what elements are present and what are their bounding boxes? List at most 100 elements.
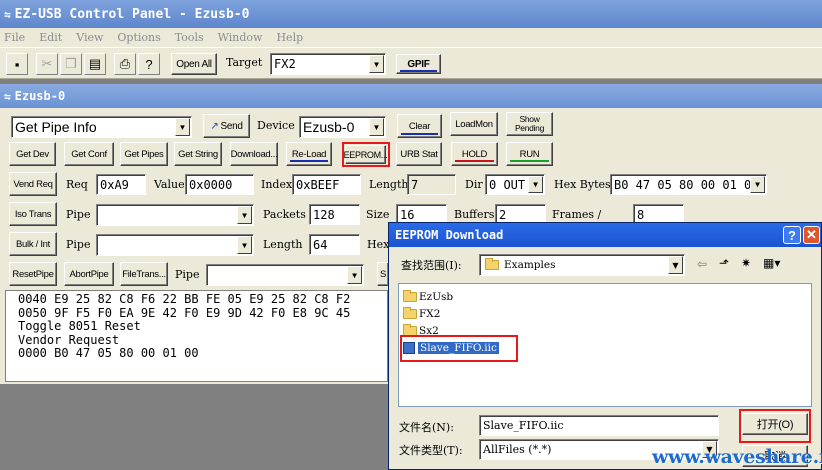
- chevron-down-icon[interactable]: ▼: [750, 176, 765, 193]
- hex-bytes-select[interactable]: B0 47 05 80 00 01 00 ▼: [610, 174, 767, 195]
- hex-bytes-label: Hex Bytes: [554, 178, 611, 191]
- menu-tools[interactable]: Tools: [175, 31, 204, 44]
- main-title-bar: ⇋ EZ-USB Control Panel - Ezusb-0: [0, 0, 822, 28]
- log-line: 0050 9F F5 F0 EA 9E 42 F0 E9 9D 42 F0 E8…: [18, 305, 351, 320]
- chevron-down-icon[interactable]: ▼: [369, 118, 384, 136]
- device-select[interactable]: Ezusb-0 ▼: [299, 116, 386, 138]
- send-button[interactable]: ↗ Send: [203, 114, 250, 138]
- get-string-button[interactable]: Get String: [174, 142, 222, 166]
- bulk-pipe-select[interactable]: ▼: [96, 234, 254, 256]
- length-readonly: 7: [407, 174, 456, 195]
- loadmon-button[interactable]: LoadMon: [450, 112, 498, 136]
- buffers-label: Buffers: [454, 208, 495, 221]
- cut-icon[interactable]: ✂: [36, 53, 58, 75]
- show-pending-button[interactable]: Show Pending: [506, 112, 553, 136]
- chevron-down-icon[interactable]: ▼: [528, 176, 543, 193]
- folder-icon: [403, 306, 417, 319]
- get-pipes-button[interactable]: Get Pipes: [120, 142, 168, 166]
- target-select[interactable]: FX2 ▼: [270, 53, 386, 75]
- paste-icon[interactable]: ▤: [84, 53, 106, 75]
- dir-select[interactable]: 0 OUT ▼: [485, 174, 545, 195]
- folder-icon: [403, 289, 417, 302]
- size-label: Size: [366, 208, 390, 221]
- chevron-down-icon[interactable]: ▼: [175, 118, 190, 136]
- menu-window[interactable]: Window: [218, 31, 263, 44]
- get-conf-button[interactable]: Get Conf: [64, 142, 114, 166]
- folder-icon: [403, 323, 417, 336]
- index-input[interactable]: 0xBEEF: [292, 174, 361, 195]
- up-folder-icon[interactable]: ⬏: [719, 256, 729, 270]
- view-menu-icon[interactable]: ▦▾: [763, 256, 780, 270]
- new-folder-icon[interactable]: ✷: [741, 256, 751, 270]
- chevron-down-icon[interactable]: ▼: [668, 256, 683, 274]
- length-label: Length: [369, 178, 409, 191]
- open-all-button[interactable]: Open All: [171, 53, 217, 75]
- look-in-label: 查找范围(I):: [401, 259, 462, 272]
- chevron-down-icon[interactable]: ▼: [369, 55, 384, 73]
- filetype-label: 文件类型(T):: [399, 444, 463, 457]
- hold-button[interactable]: HOLD: [451, 142, 498, 166]
- s-button[interactable]: S: [377, 262, 388, 286]
- pipe-action-select[interactable]: Get Pipe Info ▼: [11, 116, 192, 138]
- vend-req-button[interactable]: Vend Req: [9, 172, 57, 196]
- reset-pipe-select[interactable]: ▼: [206, 264, 364, 286]
- iso-pipe-select[interactable]: ▼: [96, 204, 254, 226]
- iso-trans-button[interactable]: Iso Trans: [9, 202, 57, 226]
- chevron-down-icon[interactable]: ▼: [237, 236, 252, 254]
- abort-pipe-button[interactable]: AbortPipe: [64, 262, 114, 286]
- packets-input[interactable]: 128: [309, 204, 360, 225]
- get-dev-button[interactable]: Get Dev: [9, 142, 56, 166]
- file-trans-button[interactable]: FileTrans...: [120, 262, 168, 286]
- log-line: 0000 B0 47 05 80 00 01 00: [18, 346, 199, 360]
- chevron-down-icon[interactable]: ▼: [237, 206, 252, 224]
- list-item[interactable]: FX2: [403, 306, 440, 321]
- eeprom-download-dialog: EEPROM Download ? ✕ 查找范围(I): Examples ▼ …: [388, 222, 822, 470]
- log-output[interactable]: 0040 E9 25 82 C8 F6 22 BB FE 05 E9 25 82…: [5, 290, 388, 382]
- look-in-select[interactable]: Examples ▼: [479, 254, 685, 276]
- clear-underline: [401, 133, 438, 135]
- iso-pipe-label: Pipe: [66, 208, 91, 221]
- save-icon[interactable]: ▪: [6, 53, 28, 75]
- menu-bar: File Edit View Options Tools Window Help: [0, 28, 822, 47]
- menu-view[interactable]: View: [76, 31, 103, 44]
- back-icon[interactable]: ⇦: [697, 257, 707, 271]
- run-button[interactable]: RUN: [506, 142, 553, 166]
- close-icon[interactable]: ✕: [803, 226, 820, 244]
- chevron-down-icon[interactable]: ▼: [347, 266, 362, 284]
- folder-icon: [485, 258, 499, 270]
- value-input[interactable]: 0x0000: [185, 174, 254, 195]
- bulk-length-input[interactable]: 64: [309, 234, 360, 255]
- download-button[interactable]: Download...: [230, 142, 278, 166]
- copy-icon[interactable]: ❐: [60, 53, 82, 75]
- reload-button[interactable]: Re-Load: [286, 142, 332, 166]
- frames-label: Frames /: [552, 208, 602, 221]
- help-icon[interactable]: ?: [783, 226, 801, 244]
- urb-stat-button[interactable]: URB Stat: [396, 142, 442, 166]
- watermark: www.waveshare.net: [652, 446, 822, 468]
- value-label: Value: [154, 178, 185, 191]
- workspace-background: [0, 384, 388, 470]
- reload-underline: [290, 160, 328, 162]
- menu-edit[interactable]: Edit: [39, 31, 62, 44]
- bulk-int-button[interactable]: Bulk / Int: [9, 232, 57, 256]
- filename-input[interactable]: Slave_FIFO.iic: [479, 415, 719, 436]
- help-icon[interactable]: ?: [138, 53, 160, 75]
- req-input[interactable]: 0xA9: [96, 174, 146, 195]
- index-label: Index: [261, 178, 293, 191]
- menu-options[interactable]: Options: [117, 31, 160, 44]
- inner-app-icon: ⇋: [4, 89, 11, 103]
- inner-title-bar: ⇋ Ezusb-0: [0, 84, 822, 108]
- send-icon: ↗: [210, 120, 219, 132]
- menu-help[interactable]: Help: [276, 31, 303, 44]
- reset-pipe-button[interactable]: ResetPipe: [9, 262, 57, 286]
- list-item[interactable]: EzUsb: [403, 289, 453, 304]
- open-button-highlight-box: [739, 409, 811, 443]
- req-label: Req: [66, 178, 88, 191]
- eeprom-highlight-box: [342, 142, 390, 167]
- print-icon[interactable]: ⎙: [114, 53, 136, 75]
- inner-title: Ezusb-0: [14, 89, 66, 103]
- dir-label: Dir: [465, 178, 483, 191]
- bulk-hex-label: Hex: [367, 238, 390, 251]
- menu-file[interactable]: File: [4, 31, 25, 44]
- device-label: Device: [257, 119, 295, 132]
